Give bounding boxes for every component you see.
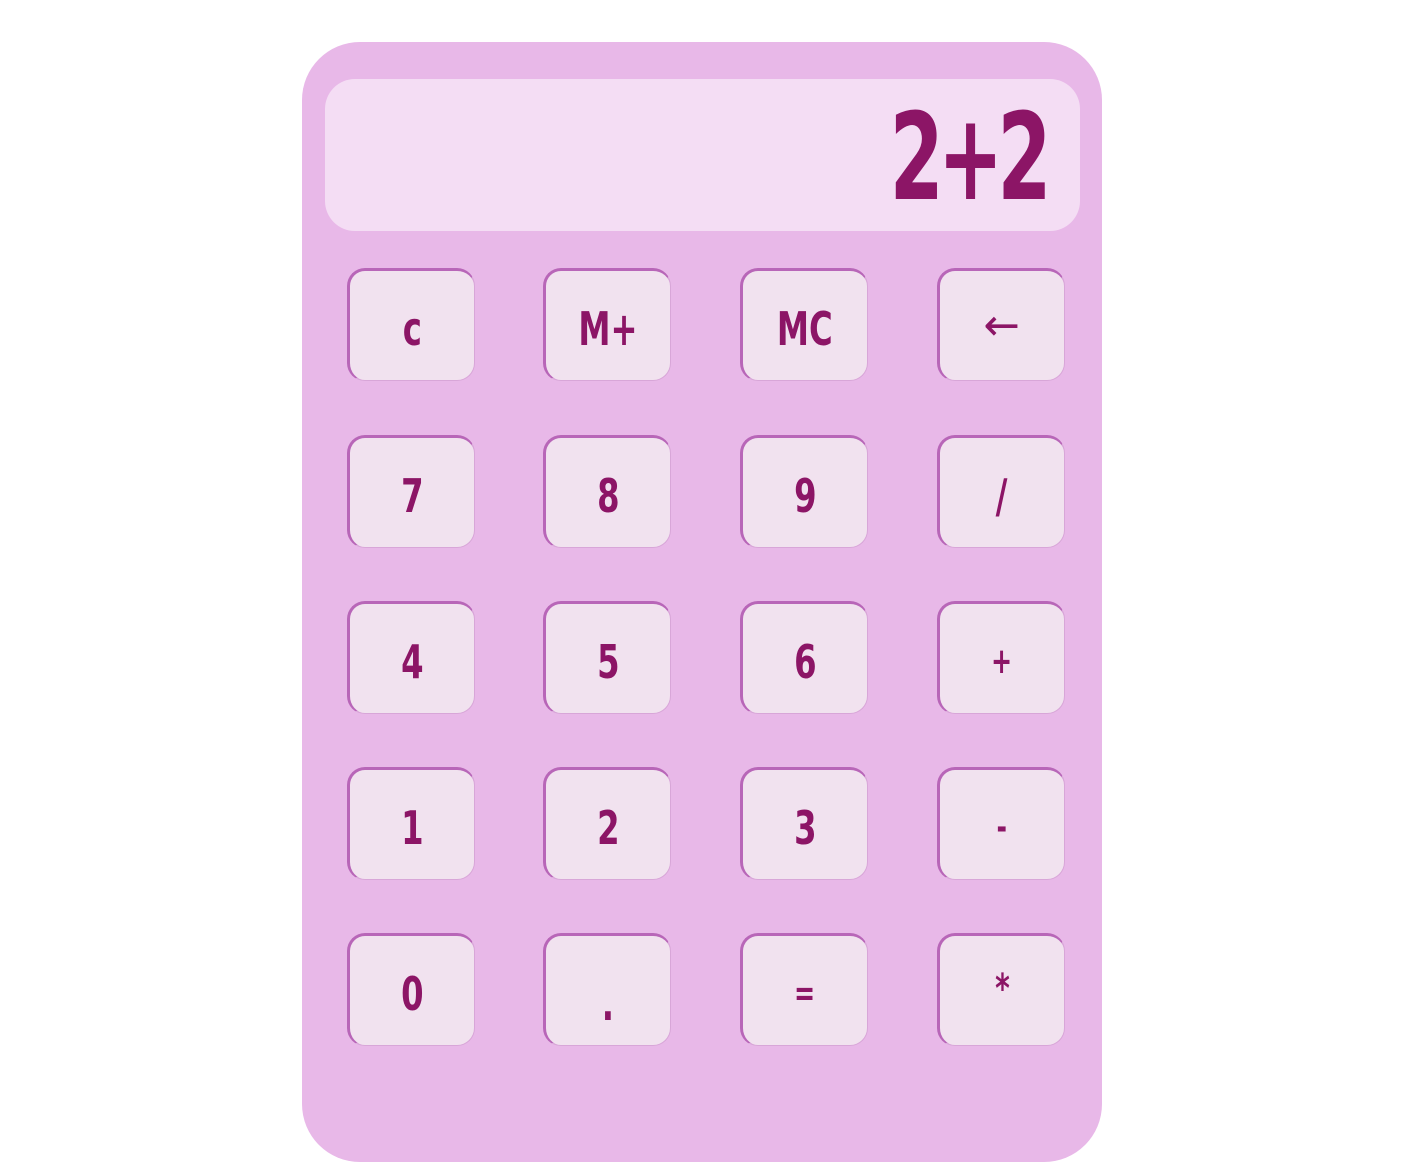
clear-button[interactable]: c bbox=[347, 268, 475, 381]
digit-9-button[interactable]: 9 bbox=[740, 435, 868, 548]
multiply-button[interactable]: * bbox=[937, 933, 1065, 1046]
memory-add-button-label: M+ bbox=[578, 301, 638, 356]
digit-2-button[interactable]: 2 bbox=[543, 767, 671, 880]
add-label: + bbox=[991, 640, 1013, 682]
digit-3-button[interactable]: 3 bbox=[740, 767, 868, 880]
digit-0-label: 0 bbox=[400, 966, 424, 1021]
digit-1-label: 1 bbox=[400, 800, 424, 855]
digit-2-label: 2 bbox=[596, 800, 620, 855]
divide-label: / bbox=[996, 468, 1008, 523]
digit-4-label: 4 bbox=[400, 634, 424, 689]
memory-add-button[interactable]: M+ bbox=[543, 268, 671, 381]
digit-0-button[interactable]: 0 bbox=[347, 933, 475, 1046]
equals-button[interactable]: = bbox=[740, 933, 868, 1046]
keypad: c M+ MC ← 7 8 9 / 4 5 6 + 1 2 3 - 0 . = … bbox=[302, 42, 1102, 1162]
digit-5-button[interactable]: 5 bbox=[543, 601, 671, 714]
decimal-point-button[interactable]: . bbox=[543, 933, 671, 1046]
digit-6-label: 6 bbox=[793, 634, 817, 689]
digit-3-label: 3 bbox=[793, 800, 817, 855]
digit-6-button[interactable]: 6 bbox=[740, 601, 868, 714]
memory-clear-button-label: MC bbox=[777, 301, 833, 356]
digit-5-label: 5 bbox=[596, 634, 620, 689]
digit-9-label: 9 bbox=[793, 468, 817, 523]
calculator: 2+2 c M+ MC ← 7 8 9 / 4 5 6 + 1 2 3 - 0 … bbox=[302, 42, 1102, 1162]
backspace-button[interactable]: ← bbox=[937, 268, 1065, 381]
add-button[interactable]: + bbox=[937, 601, 1065, 714]
digit-1-button[interactable]: 1 bbox=[347, 767, 475, 880]
clear-button-label: c bbox=[402, 301, 422, 356]
backspace-arrow-icon: ← bbox=[983, 299, 1021, 351]
multiply-label: * bbox=[994, 965, 1010, 1012]
digit-7-label: 7 bbox=[400, 468, 424, 523]
digit-8-button[interactable]: 8 bbox=[543, 435, 671, 548]
subtract-button[interactable]: - bbox=[937, 767, 1065, 880]
memory-clear-button[interactable]: MC bbox=[740, 268, 868, 381]
digit-8-label: 8 bbox=[596, 468, 620, 523]
equals-label: = bbox=[794, 972, 816, 1014]
subtract-label: - bbox=[996, 806, 1008, 848]
divide-button[interactable]: / bbox=[937, 435, 1065, 548]
digit-4-button[interactable]: 4 bbox=[347, 601, 475, 714]
digit-7-button[interactable]: 7 bbox=[347, 435, 475, 548]
decimal-point-label: . bbox=[601, 976, 615, 1031]
